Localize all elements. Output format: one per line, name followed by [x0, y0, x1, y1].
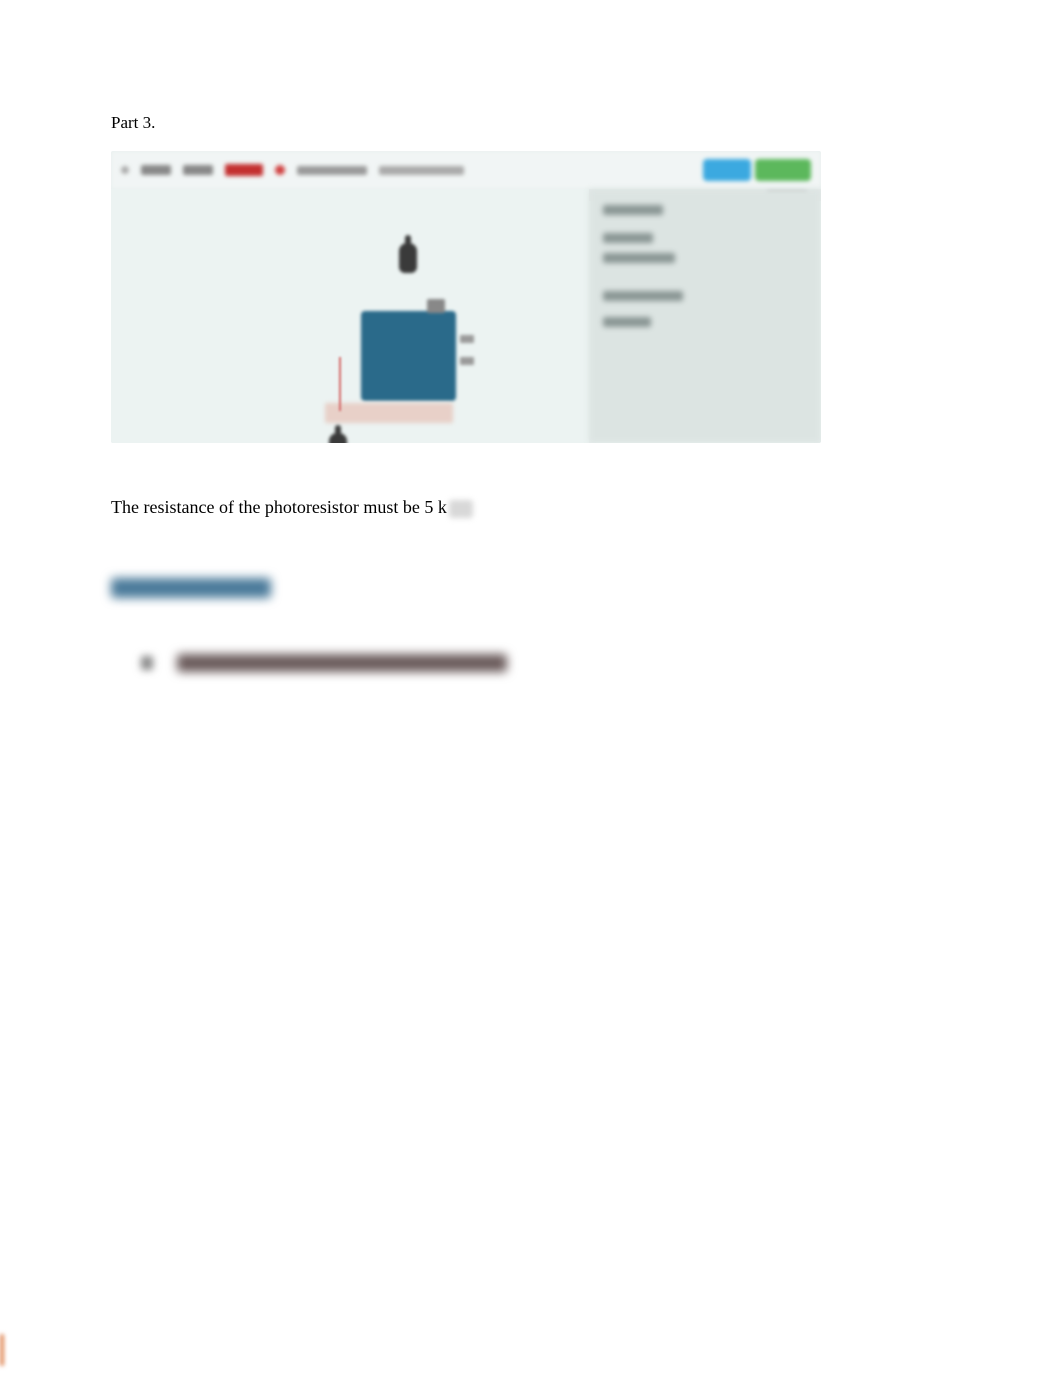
- blurred-list-item: [141, 654, 951, 672]
- toolbar-red-label: [225, 164, 263, 176]
- resistance-unit: k: [438, 497, 447, 517]
- toolbar-button-green[interactable]: [755, 159, 811, 181]
- toolbar-text: [183, 165, 213, 175]
- arduino-pin-label: [460, 357, 474, 365]
- embedded-screenshot: [111, 151, 821, 443]
- toolbar-red-dot: [275, 165, 285, 175]
- properties-panel: [589, 189, 821, 443]
- toolbar-icon: [121, 166, 129, 174]
- toolbar-button-blue[interactable]: [703, 159, 751, 181]
- resistance-statement: The resistance of the photoresistor must…: [111, 497, 951, 518]
- panel-label: [603, 291, 683, 301]
- blurred-list-text: [177, 654, 507, 672]
- arduino-usb-icon: [427, 299, 445, 313]
- panel-label: [603, 317, 651, 327]
- breadboard-icon: [325, 403, 453, 423]
- resistor-icon: [329, 433, 347, 443]
- arduino-pin-label: [460, 335, 474, 343]
- arduino-board-icon: [361, 311, 456, 401]
- panel-label: [603, 205, 663, 215]
- panel-label: [603, 253, 675, 263]
- page-edge-indicator: [0, 1334, 4, 1366]
- toolbar-text: [379, 166, 464, 175]
- app-toolbar: [111, 151, 821, 189]
- blurred-ohm-symbol: [449, 500, 473, 518]
- blurred-section-heading: [111, 578, 271, 598]
- toolbar-text: [141, 165, 171, 175]
- part-title: Part 3.: [111, 113, 951, 133]
- photoresistor-icon: [399, 243, 417, 273]
- wire-icon: [339, 357, 341, 411]
- panel-label: [603, 233, 653, 243]
- list-bullet: [141, 656, 153, 670]
- toolbar-text: [297, 166, 367, 175]
- circuit-canvas[interactable]: [111, 189, 589, 443]
- resistance-text-prefix: The resistance of the photoresistor must…: [111, 497, 438, 517]
